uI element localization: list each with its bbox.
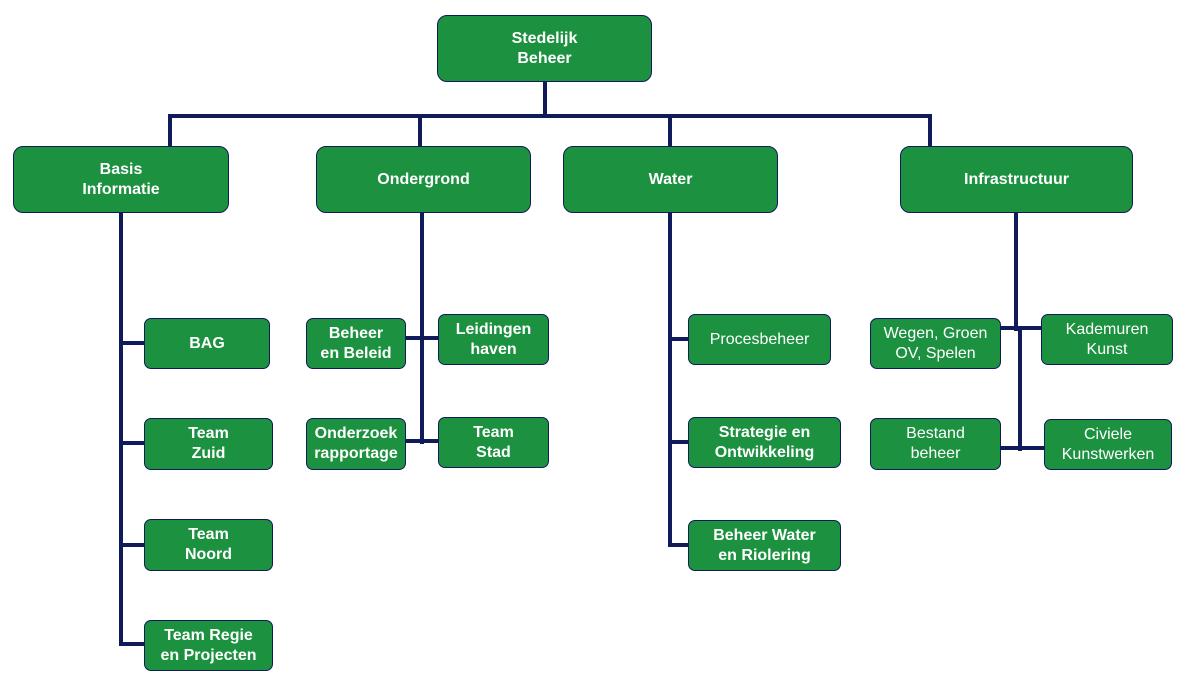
node-beheer-water-en-riolering: Beheer Water en Riolering	[688, 520, 841, 571]
node-water: Water	[563, 146, 778, 213]
node-civiele-kunstwerken: Civiele Kunstwerken	[1044, 419, 1172, 470]
node-procesbeheer: Procesbeheer	[688, 314, 831, 365]
node-wegen-groen-ov-spelen: Wegen, Groen OV, Spelen	[870, 318, 1001, 369]
node-basis-informatie: Basis Informatie	[13, 146, 229, 213]
node-team-stad: Team Stad	[438, 417, 549, 468]
node-infrastructuur: Infrastructuur	[900, 146, 1133, 213]
node-kademuren-kunst: Kademuren Kunst	[1041, 314, 1173, 365]
node-team-regie-en-projecten: Team Regie en Projecten	[144, 620, 273, 671]
node-leidingen-haven: Leidingen haven	[438, 314, 549, 365]
node-beheer-en-beleid: Beheer en Beleid	[306, 318, 406, 369]
node-onderzoek-rapportage: Onderzoek rapportage	[306, 418, 406, 470]
node-ondergrond: Ondergrond	[316, 146, 531, 213]
node-stedelijk-beheer: Stedelijk Beheer	[437, 15, 652, 82]
node-team-noord: Team Noord	[144, 519, 273, 571]
node-strategie-en-ontwikkeling: Strategie en Ontwikkeling	[688, 417, 841, 468]
node-team-zuid: Team Zuid	[144, 418, 273, 470]
node-bestand-beheer: Bestand beheer	[870, 418, 1001, 470]
node-bag: BAG	[144, 318, 270, 369]
